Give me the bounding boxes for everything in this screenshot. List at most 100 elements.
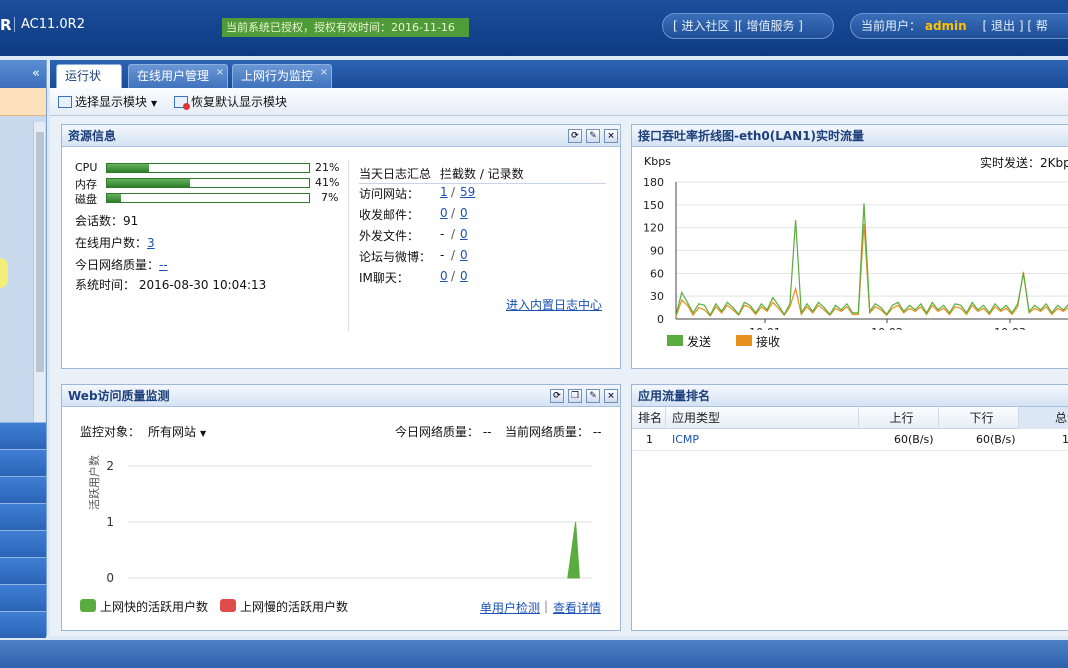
sidebar-nav-item[interactable]: [0, 503, 46, 530]
log-row-blocked[interactable]: 1: [440, 185, 448, 199]
community-link[interactable]: [ 进入社区 ]: [673, 19, 738, 33]
disk-percent: 7%: [321, 191, 339, 204]
table-row[interactable]: 1 ICMP 60(B/s) 60(B/s) 1: [632, 429, 1068, 451]
cpu-label: CPU: [75, 161, 98, 174]
current-user-name: admin: [924, 19, 967, 33]
single-user-check-link[interactable]: 单用户检测: [480, 599, 540, 616]
refresh-icon[interactable]: ⟳: [568, 129, 582, 143]
sidebar-nav-item[interactable]: [0, 584, 46, 611]
cpu-usage-bar: [106, 163, 310, 173]
log-row-slash: /: [451, 269, 456, 283]
log-row-records[interactable]: 0: [460, 248, 468, 262]
top-header: R AC11.0R2 当前系统已授权，授权有效时间：2016-11-16 [ 进…: [0, 0, 1068, 56]
sidebar-nav-item[interactable]: [0, 557, 46, 584]
col-total[interactable]: 总流: [1019, 407, 1068, 429]
throughput-panel: 接口吞吐率折线图-eth0(LAN1)实时流量 Kbps 实时发送：2Kbp 0…: [631, 124, 1068, 369]
web-quality-chart: 01202:0003:0004:0005:0006:0007:0008:0009…: [106, 459, 592, 583]
help-link[interactable]: [ 帮: [1027, 19, 1048, 33]
user-area: 当前用户： admin [ 退出 ] [ 帮: [850, 13, 1068, 39]
scrollbar-thumb[interactable]: [36, 132, 44, 372]
app-ranking-panel: 应用流量排名 排名 应用类型 上行 下行 总流 1 ICMP 60(B/s) 6…: [631, 384, 1068, 631]
brand-logo: R: [0, 16, 12, 34]
chevron-down-icon: ▼: [200, 429, 207, 438]
col-rank[interactable]: 排名: [632, 407, 666, 429]
select-modules-button[interactable]: 选择显示模块 ▼: [58, 93, 157, 110]
restore-default-button[interactable]: 恢复默认显示模块: [174, 93, 287, 110]
col-download[interactable]: 下行: [939, 407, 1019, 429]
restore-default-label: 恢复默认显示模块: [191, 95, 288, 109]
row-app[interactable]: ICMP: [672, 433, 699, 446]
log-row-blocked: -: [440, 248, 445, 262]
divider: [359, 183, 606, 184]
settings-icon[interactable]: ✎: [586, 389, 600, 403]
bottom-status-bar: [0, 640, 1068, 668]
link-separator: |: [544, 599, 549, 613]
log-row-records[interactable]: 0: [460, 227, 468, 241]
view-details-link[interactable]: 查看详情: [553, 599, 601, 616]
system-time: 系统时间： 2016-08-30 10:04:13: [75, 278, 267, 292]
close-icon[interactable]: ×: [320, 62, 328, 84]
y-tick-label: 120: [643, 222, 664, 235]
sidebar-selected-item[interactable]: [0, 88, 46, 116]
monitor-target-label: 监控对象：: [80, 425, 141, 439]
refresh-icon[interactable]: ⟳: [550, 389, 564, 403]
y-tick-label: 0: [106, 571, 114, 583]
log-row-blocked[interactable]: 0: [440, 269, 448, 283]
slow-legend-swatch: [220, 599, 236, 612]
tab-strip: 运行状态 在线用户管理 × 上网行为监控 ×: [50, 60, 1068, 105]
product-version: AC11.0R2: [14, 17, 85, 32]
tab-running-status[interactable]: 运行状态: [56, 64, 122, 105]
log-row-label: 论坛与微博：: [359, 250, 432, 264]
row-download: 60(B/s): [976, 433, 1016, 446]
tab-behavior-monitor[interactable]: 上网行为监控 ×: [232, 64, 332, 88]
row-total: 1: [1062, 433, 1068, 446]
maximize-icon[interactable]: ❐: [568, 389, 582, 403]
x-tick-label: 10:02: [871, 326, 903, 330]
sidebar-nav-item[interactable]: [0, 611, 46, 638]
x-tick-label: 10:03: [994, 326, 1026, 330]
col-app-type[interactable]: 应用类型: [666, 407, 859, 429]
memory-label: 内存: [75, 178, 97, 191]
close-icon[interactable]: ×: [604, 129, 618, 143]
dashboard-area: 资源信息 ⟳ ✎ × CPU 21% 内存 41% 磁盘 7% 会话数：91 在…: [50, 116, 1068, 636]
sidebar-nav-item[interactable]: [0, 530, 46, 557]
sidebar-collapse-button[interactable]: «: [0, 60, 46, 88]
online-users-link[interactable]: 3: [147, 236, 155, 250]
license-notice: 当前系统已授权，授权有效时间：2016-11-16: [222, 18, 469, 37]
tab-online-users[interactable]: 在线用户管理 ×: [128, 64, 228, 88]
network-quality-row: 今日网络质量：--: [75, 256, 168, 273]
log-center-link[interactable]: 进入内置日志中心: [506, 296, 602, 313]
select-modules-label: 选择显示模块: [75, 95, 148, 109]
resource-panel: 资源信息 ⟳ ✎ × CPU 21% 内存 41% 磁盘 7% 会话数：91 在…: [61, 124, 621, 369]
log-row-records[interactable]: 59: [460, 185, 475, 199]
x-tick-label: 10:01: [749, 326, 781, 330]
send-legend-swatch: [667, 335, 683, 346]
panel-title: 接口吞吐率折线图-eth0(LAN1)实时流量: [632, 125, 1068, 147]
fast-legend-label: 上网快的活跃用户数: [100, 600, 209, 614]
chevron-down-icon: ▼: [151, 99, 158, 108]
divider: [348, 161, 349, 331]
col-upload[interactable]: 上行: [859, 407, 939, 429]
monitor-target-select[interactable]: 所有网站 ▼: [148, 423, 206, 440]
logout-link[interactable]: [ 退出 ]: [983, 19, 1024, 33]
close-icon[interactable]: ×: [216, 62, 224, 84]
settings-icon[interactable]: ✎: [586, 129, 600, 143]
series-line-send: [675, 203, 1068, 317]
log-row-records[interactable]: 0: [460, 269, 468, 283]
fast-users-area: [567, 521, 580, 579]
close-icon[interactable]: ×: [604, 389, 618, 403]
log-row-records[interactable]: 0: [460, 206, 468, 220]
y-tick-label: 180: [643, 176, 664, 189]
sidebar-nav-item[interactable]: [0, 476, 46, 503]
sidebar-nav-item[interactable]: [0, 449, 46, 476]
panel-title: 应用流量排名: [632, 385, 1068, 407]
recv-legend-label: 接收: [756, 335, 781, 349]
network-quality-link[interactable]: --: [159, 258, 168, 272]
sidebar-nav-item[interactable]: [0, 422, 46, 449]
log-row-slash: /: [451, 248, 456, 262]
tab-label: 在线用户管理: [137, 69, 210, 83]
network-quality-label: 今日网络质量：: [75, 258, 160, 272]
log-row-blocked[interactable]: 0: [440, 206, 448, 220]
log-row-slash: /: [451, 206, 456, 220]
value-added-link[interactable]: [ 增值服务 ]: [738, 19, 803, 33]
